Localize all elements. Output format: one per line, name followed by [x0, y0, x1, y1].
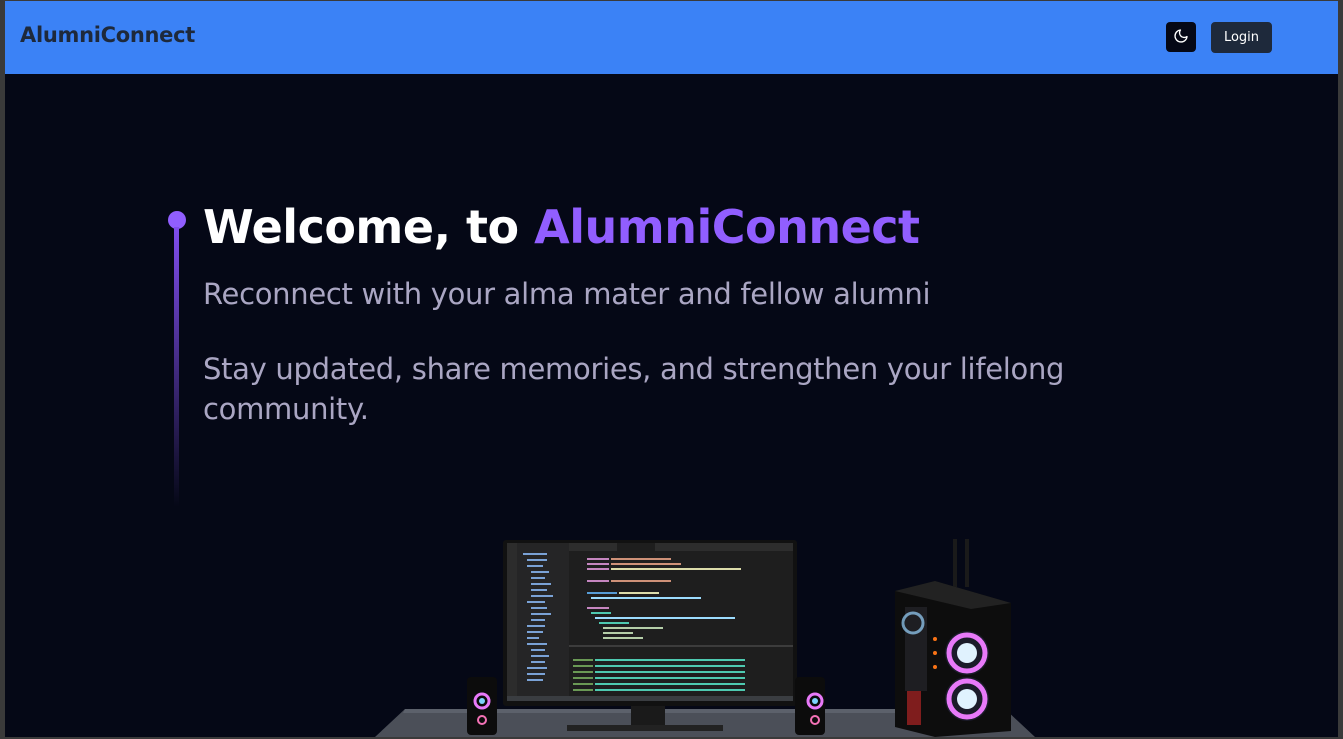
app-frame: AlumniConnect Login Welcome, to AlumniCo… — [5, 1, 1338, 737]
brand-logo[interactable]: AlumniConnect — [20, 23, 195, 47]
hero-timeline-line — [174, 227, 179, 507]
hero-title-prefix: Welcome, to — [203, 200, 535, 254]
speaker-icon — [795, 677, 825, 735]
pc-tower-icon — [895, 539, 1011, 737]
moon-icon — [1173, 28, 1189, 47]
speaker-icon — [467, 677, 497, 735]
hero-description: Stay updated, share memories, and streng… — [203, 352, 1065, 426]
navbar: AlumniConnect Login — [5, 1, 1338, 74]
login-button[interactable]: Login — [1211, 22, 1272, 53]
hero-title-highlight: AlumniConnect — [534, 200, 920, 254]
monitor-icon — [503, 540, 797, 731]
theme-toggle-button[interactable] — [1166, 22, 1196, 52]
hero-title: Welcome, to AlumniConnect — [203, 200, 920, 254]
hero-subtitle: Reconnect with your alma mater and fello… — [203, 277, 931, 311]
desk-setup-illustration — [375, 539, 1035, 737]
